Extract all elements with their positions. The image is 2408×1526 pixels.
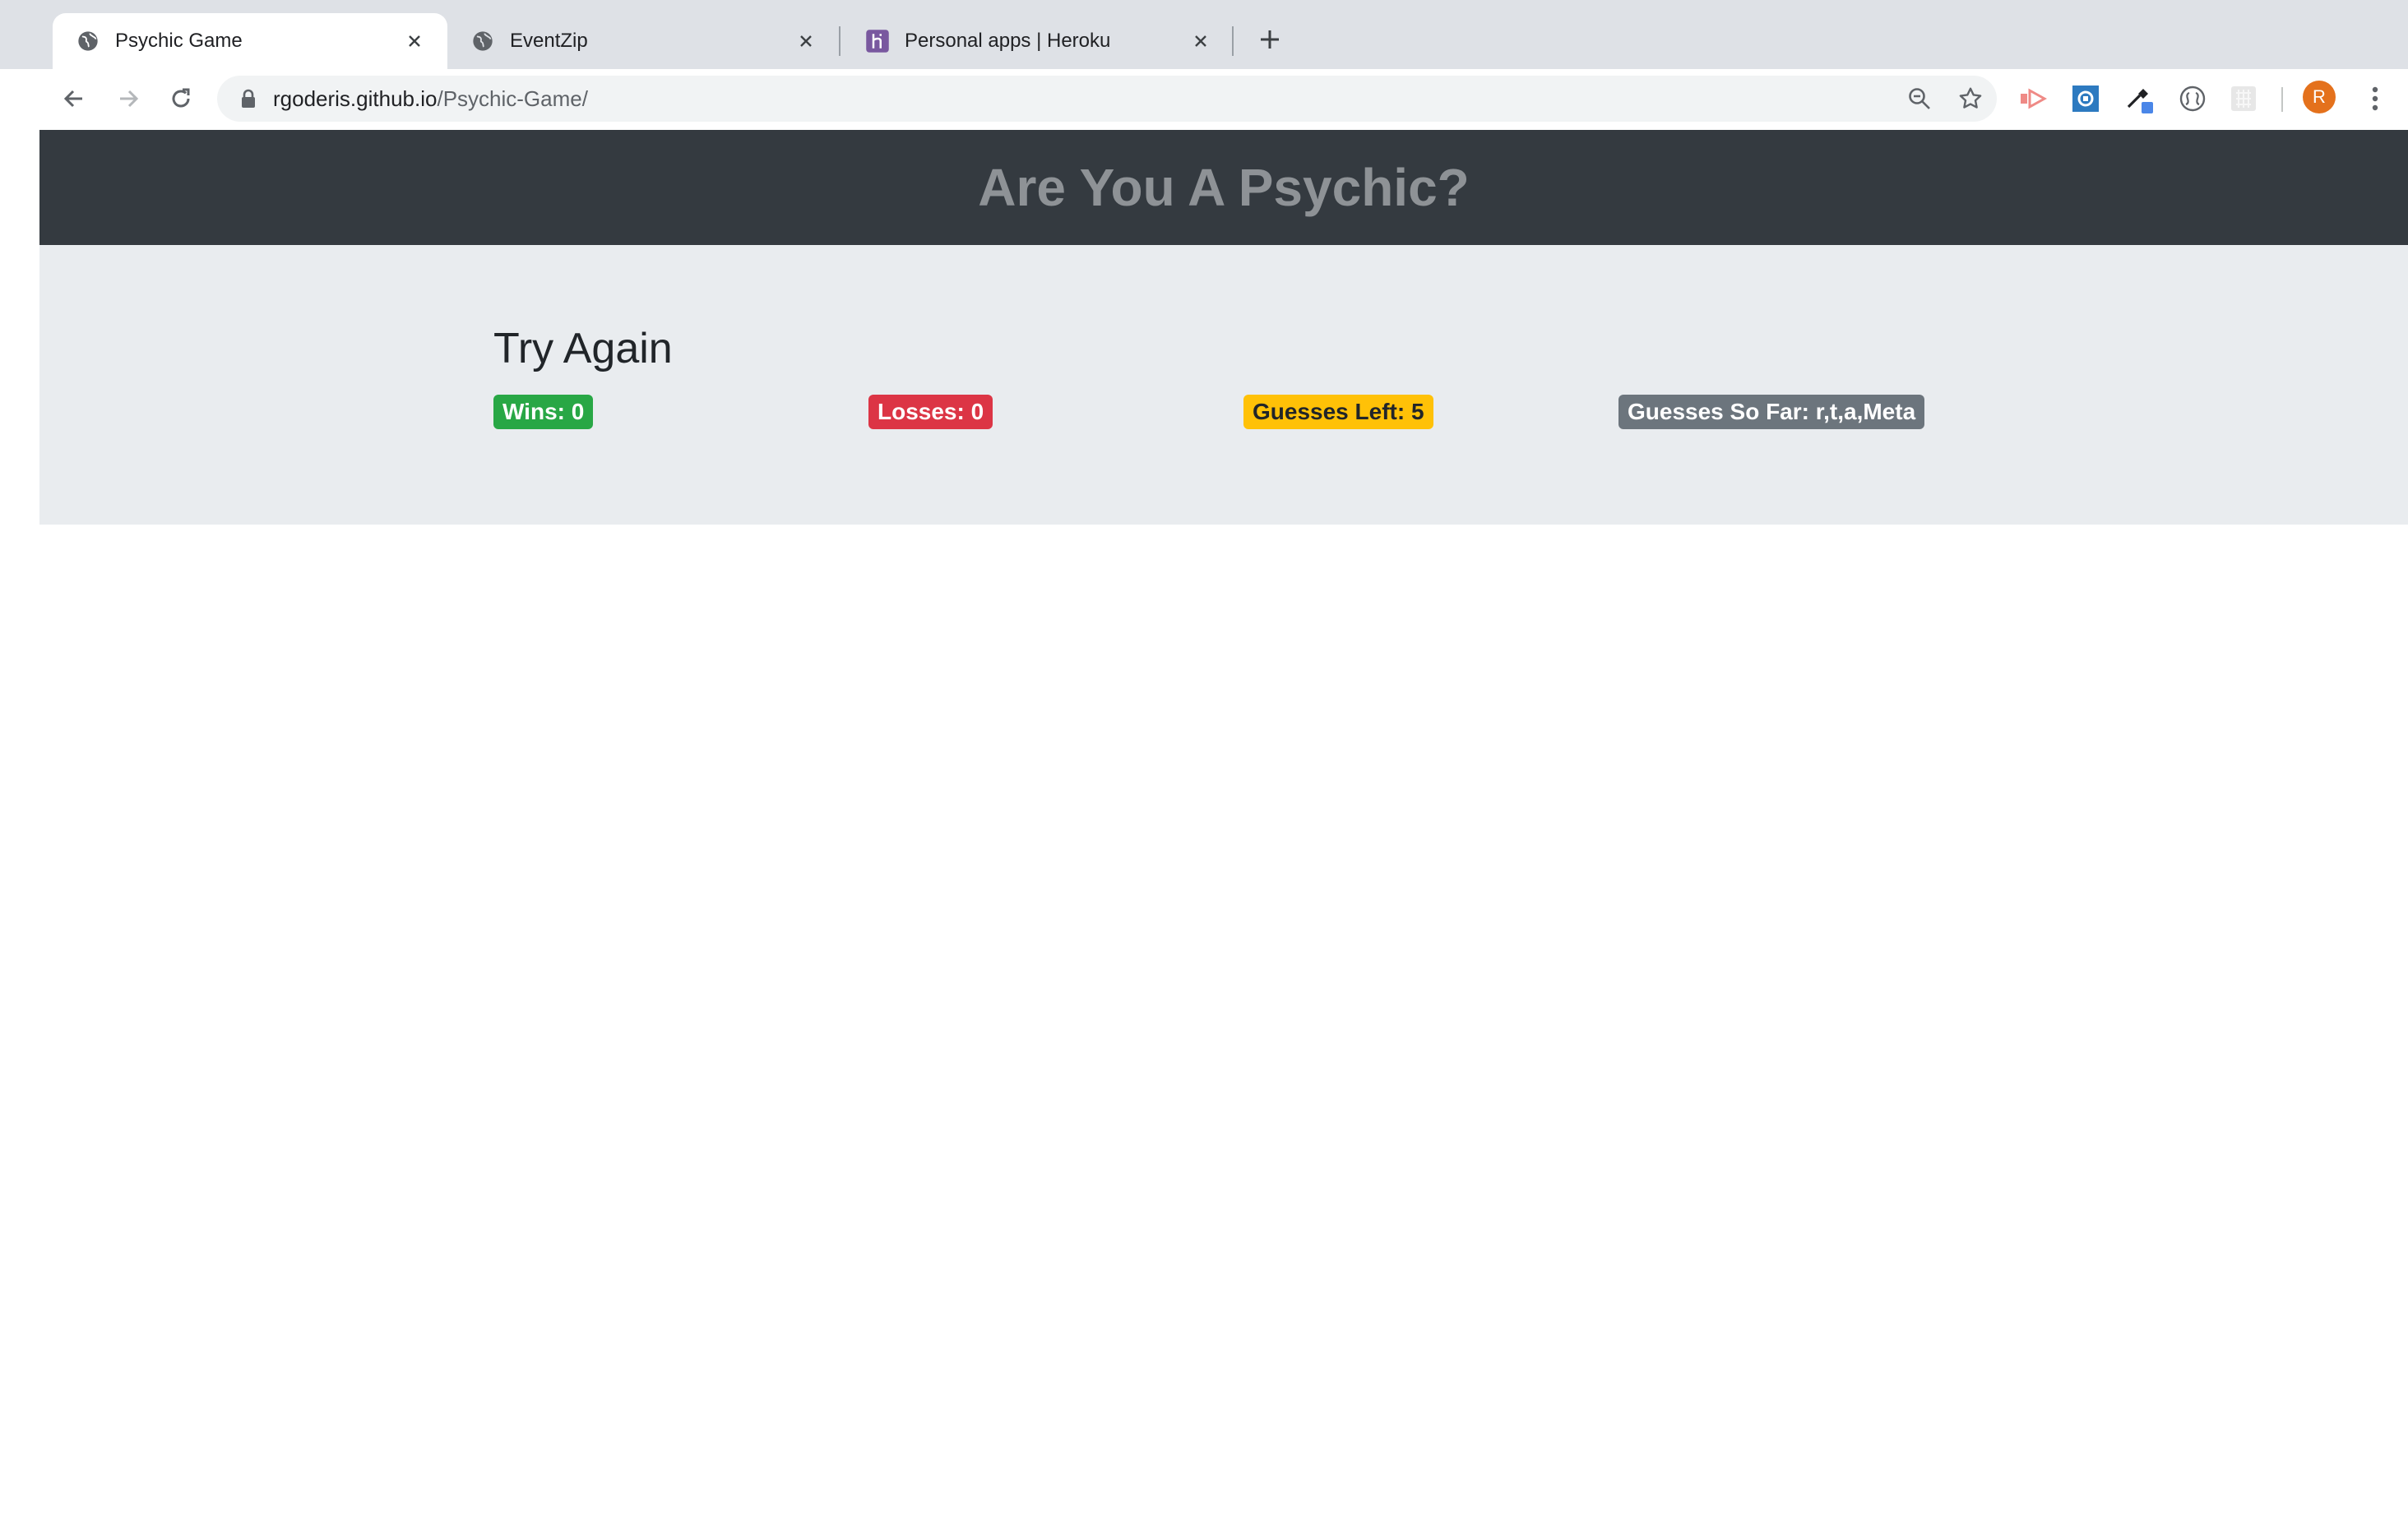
page-title: Are You A Psychic? [978,158,1470,217]
address-bar[interactable]: rgoderis.github.io/Psychic-Game/ [217,76,1997,122]
heroku-icon [865,29,890,53]
tab-separator [839,26,840,56]
wins-badge: Wins: 0 [493,395,594,429]
extension-blue-box-icon[interactable] [2071,84,2100,113]
zoom-out-icon[interactable] [1906,86,1933,112]
tab-title: Personal apps | Heroku [905,30,1111,52]
guesses-left-badge: Guesses Left: 5 [1243,395,1433,429]
tab-title: EventZip [510,30,588,52]
bookmark-star-icon[interactable] [1956,84,1985,113]
tab-eventzip[interactable]: EventZip [447,13,839,69]
browser-toolbar: rgoderis.github.io/Psychic-Game/ R [0,69,2408,128]
extension-eyedropper-icon[interactable] [2125,84,2155,113]
profile-initial: R [2313,86,2326,107]
page-content: Are You A Psychic? Try Again Wins: 0 Los… [39,130,2408,1526]
back-button[interactable] [58,82,90,115]
tab-separator [1232,26,1234,56]
url-text: rgoderis.github.io/Psychic-Game/ [273,76,588,122]
url-path: /Psychic-Game/ [437,86,588,111]
game-panel: Try Again Wins: 0 Losses: 0 Guesses Left… [39,245,2408,525]
toolbar-separator [2281,87,2283,112]
tab-title: Psychic Game [115,30,243,52]
globe-icon [76,29,100,53]
game-status-message: Try Again [493,325,673,372]
reload-button[interactable] [164,82,197,115]
tab-strip: Psychic Game EventZip Personal apps | He… [0,0,2408,69]
url-host: rgoderis.github.io [273,86,438,111]
profile-avatar[interactable]: R [2303,81,2336,113]
globe-icon [470,29,495,53]
new-tab-button[interactable] [1253,23,1286,56]
browser-menu-icon[interactable] [2359,82,2392,115]
lock-icon[interactable] [237,87,260,110]
extension-json-icon[interactable] [2178,84,2207,113]
losses-badge: Losses: 0 [868,395,993,429]
extension-red-arrow-icon[interactable] [2018,84,2048,113]
tab-psychic-game[interactable]: Psychic Game [53,13,447,69]
close-tab-icon[interactable] [401,28,428,54]
tab-heroku[interactable]: Personal apps | Heroku [842,13,1234,69]
guesses-so-far-badge: Guesses So Far: r,t,a,Meta [1618,395,1925,429]
page-header: Are You A Psychic? [39,130,2408,245]
extension-grid-icon[interactable] [2229,84,2258,113]
close-tab-icon[interactable] [793,28,819,54]
close-tab-icon[interactable] [1188,28,1214,54]
forward-button[interactable] [112,82,145,115]
